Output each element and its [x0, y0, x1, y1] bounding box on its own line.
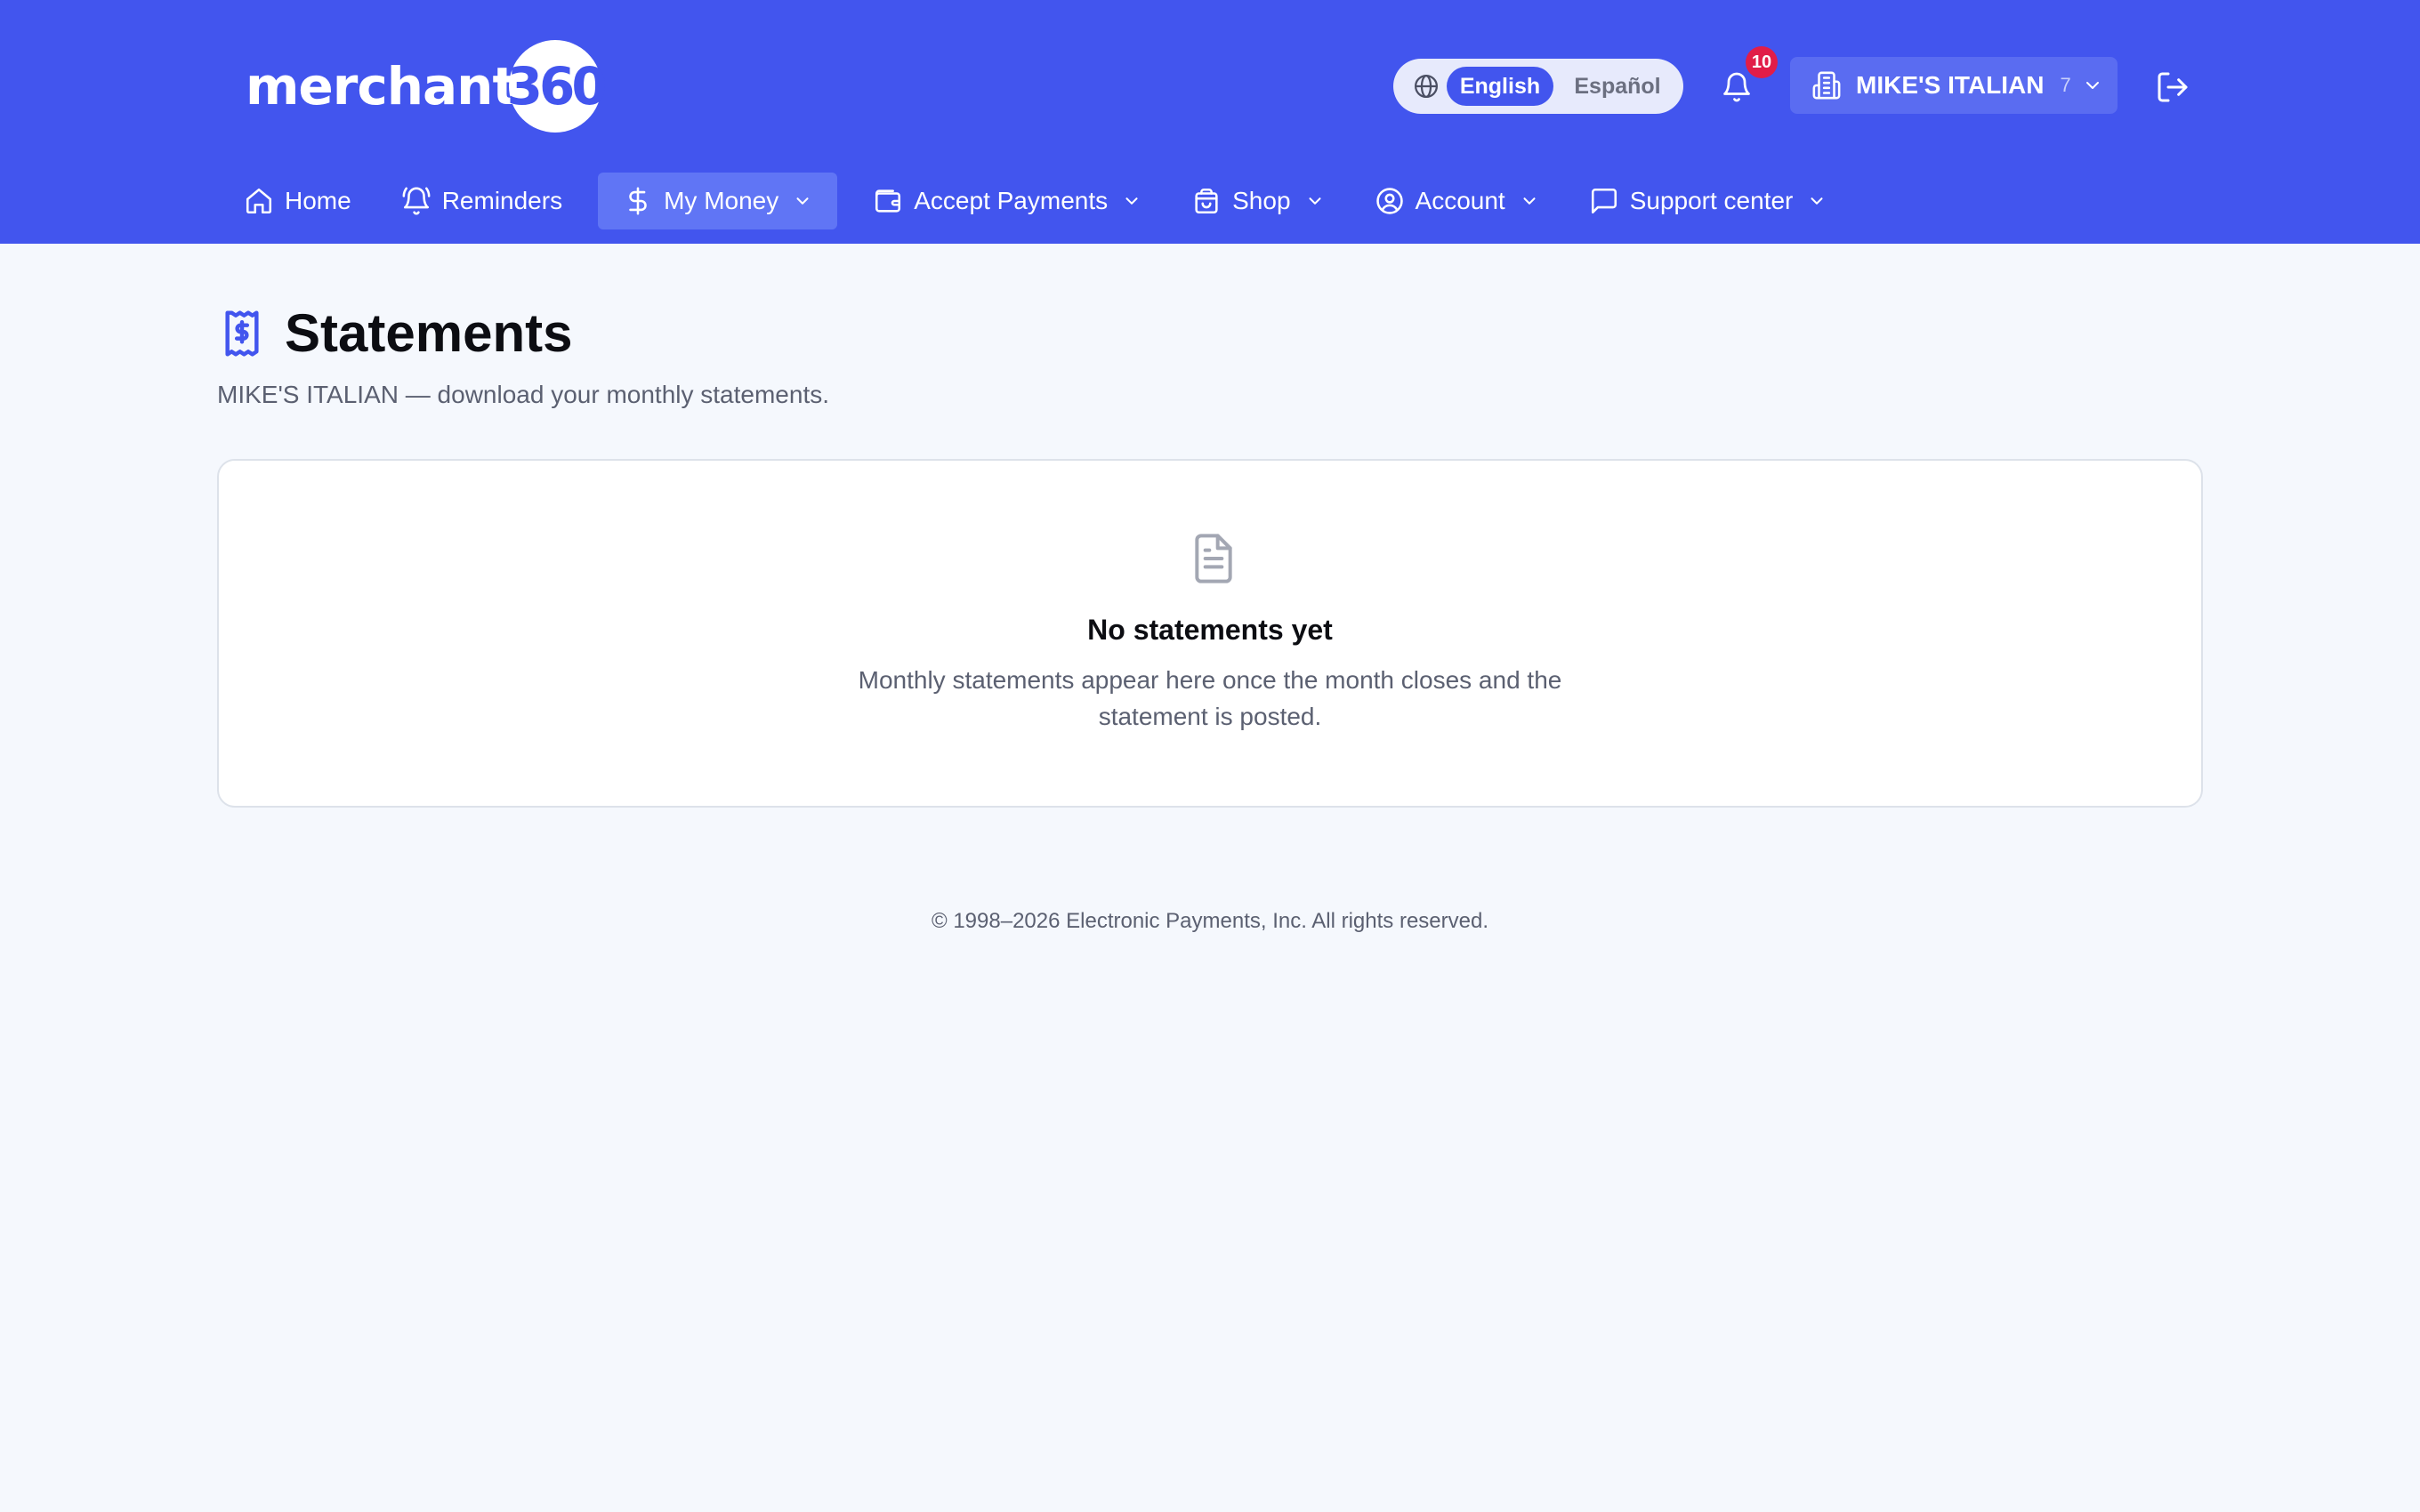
- merchant-selector[interactable]: MIKE'S ITALIAN 7: [1790, 57, 2118, 114]
- shopping-bag-icon: [1191, 186, 1222, 216]
- wallet-icon: [873, 186, 903, 216]
- nav-item-shop[interactable]: Shop: [1177, 173, 1338, 229]
- chevron-down-icon: [793, 191, 812, 211]
- nav-item-accept-payments[interactable]: Accept Payments: [859, 173, 1156, 229]
- chevron-down-icon: [2082, 75, 2103, 96]
- logo-number: 360: [506, 56, 608, 117]
- receipt-dollar-icon: [217, 309, 267, 358]
- page-header: Statements: [217, 302, 572, 364]
- nav-label: My Money: [664, 187, 779, 214]
- page-subtitle: MIKE'S ITALIAN — download your monthly s…: [217, 381, 829, 408]
- footer-copyright: © 1998–2026 Electronic Payments, Inc. Al…: [931, 909, 1488, 933]
- bell-ring-icon: [401, 186, 432, 216]
- notification-badge: 10: [1746, 46, 1778, 78]
- chevron-down-icon: [1807, 191, 1827, 211]
- globe-icon: [1413, 73, 1440, 100]
- empty-state-description: Monthly statements appear here once the …: [858, 666, 1562, 730]
- user-circle-icon: [1375, 186, 1405, 216]
- logout-icon[interactable]: [2155, 69, 2190, 105]
- document-icon: [1189, 530, 1238, 587]
- language-option-espanol[interactable]: Español: [1555, 67, 1680, 106]
- nav-label: Home: [285, 187, 351, 214]
- merchant360-logo[interactable]: merchant 360: [246, 37, 608, 135]
- logo-circle: 360: [506, 40, 608, 133]
- main-nav: Home Reminders My Money Accept Payments …: [230, 173, 1862, 229]
- language-toggle: English Español: [1393, 59, 1683, 114]
- nav-label: Reminders: [441, 187, 563, 214]
- nav-item-reminders[interactable]: Reminders: [387, 173, 577, 229]
- nav-item-account[interactable]: Account: [1360, 173, 1553, 229]
- top-header: merchant 360 English Español 10 MIKE'S I…: [0, 0, 2420, 244]
- language-option-english[interactable]: English: [1447, 67, 1553, 106]
- message-square-icon: [1589, 186, 1619, 216]
- home-icon: [244, 186, 274, 216]
- nav-label: Support center: [1629, 187, 1794, 214]
- empty-state-title: No statements yet: [1087, 614, 1333, 646]
- nav-label: Account: [1415, 187, 1505, 214]
- building-icon: [1811, 70, 1842, 101]
- chevron-down-icon: [1520, 191, 1539, 211]
- bell-icon[interactable]: [1721, 71, 1753, 103]
- nav-item-support-center[interactable]: Support center: [1575, 173, 1842, 229]
- nav-item-home[interactable]: Home: [230, 173, 366, 229]
- nav-label: Shop: [1232, 187, 1291, 214]
- nav-label: Accept Payments: [914, 187, 1109, 214]
- merchant-count: 7: [2060, 74, 2071, 96]
- page-title: Statements: [285, 303, 573, 363]
- merchant-name: MIKE'S ITALIAN: [1856, 71, 2045, 99]
- logo-text: merchant: [246, 56, 517, 117]
- chevron-down-icon: [1305, 191, 1325, 211]
- nav-item-my-money[interactable]: My Money: [598, 173, 838, 229]
- dollar-icon: [623, 186, 653, 216]
- chevron-down-icon: [1122, 191, 1141, 211]
